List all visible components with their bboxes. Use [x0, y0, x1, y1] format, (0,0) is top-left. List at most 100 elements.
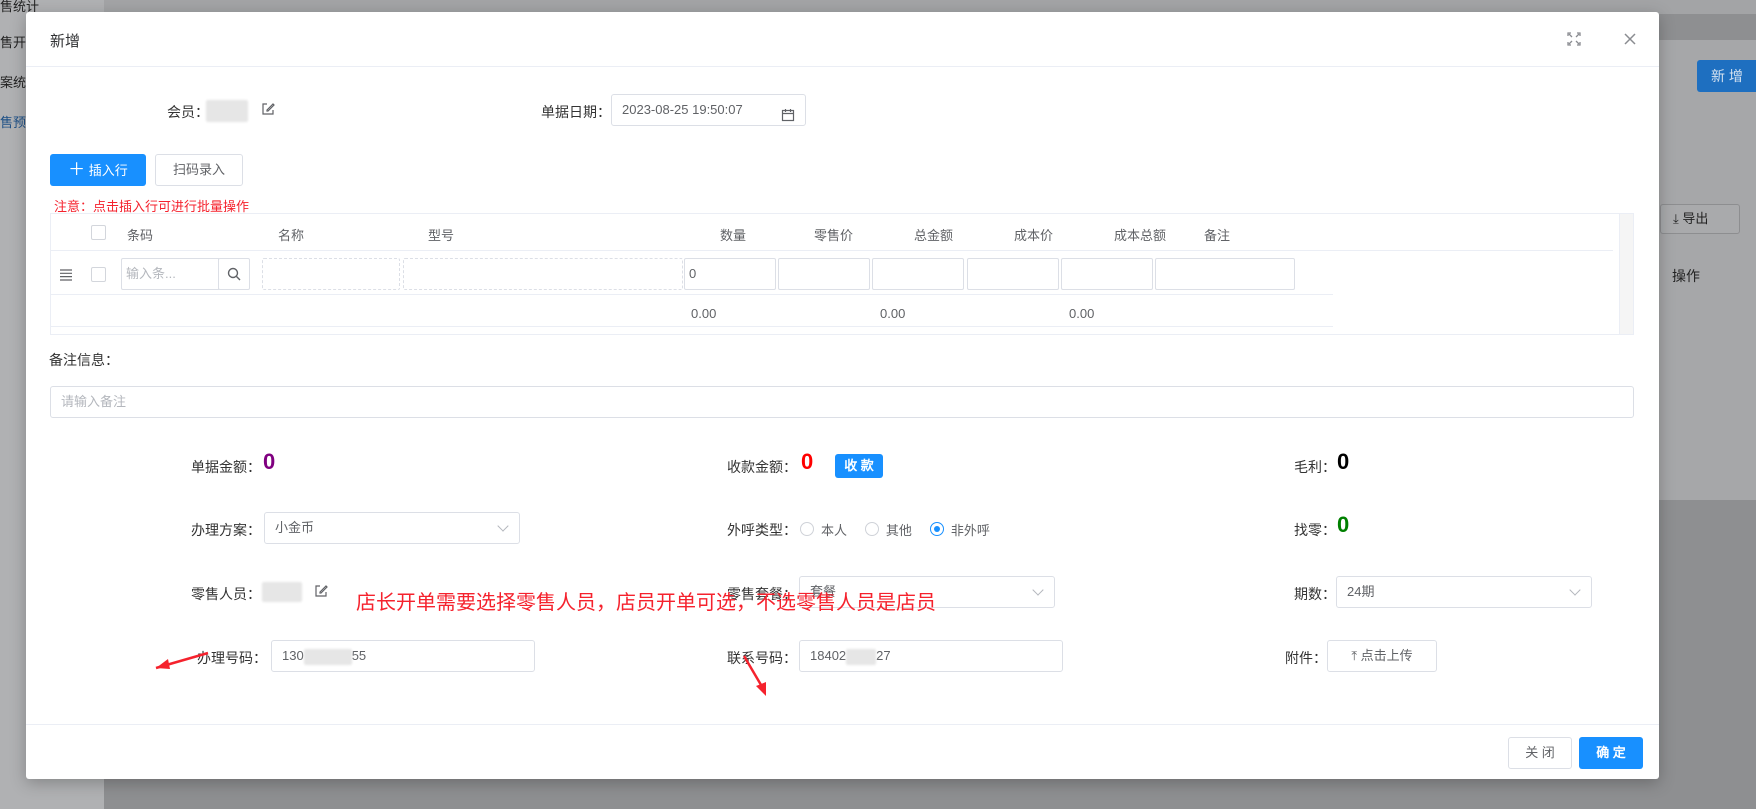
contact-phone-input[interactable]: 18402 27	[799, 640, 1063, 672]
profit-value: 0	[1337, 449, 1350, 474]
total-input[interactable]	[872, 258, 964, 290]
qty-value: 0	[689, 266, 697, 281]
export-label: 导出	[1682, 211, 1709, 226]
period-select[interactable]: 24期	[1336, 576, 1592, 608]
model-cell[interactable]	[403, 258, 683, 290]
scan-entry-button[interactable]: 扫码录入	[155, 154, 243, 186]
plan-select[interactable]: 小金币	[264, 512, 520, 544]
dialog-title: 新增	[50, 33, 81, 50]
annotation-arrow-down	[742, 655, 766, 696]
upload-label: 点击上传	[1360, 648, 1413, 663]
search-icon	[227, 267, 241, 281]
name-cell[interactable]	[262, 258, 400, 290]
radio-no-call-indicator	[929, 521, 944, 536]
upload-icon: ⤒	[1351, 648, 1361, 663]
background-export-button[interactable]: ⤓ 导出	[1660, 204, 1740, 234]
sum-divider	[51, 294, 1333, 295]
handle-phone-suffix: 55	[351, 648, 367, 663]
receive-amount-value: 0	[801, 449, 814, 474]
background-new-button[interactable]: 新 增	[1697, 60, 1756, 92]
calendar-icon	[781, 103, 795, 125]
insert-row-label: 插入行	[88, 163, 128, 178]
col-remark: 备注	[1204, 228, 1231, 243]
qty-input[interactable]: 0	[684, 258, 776, 290]
plan-label: 办理方案：	[191, 522, 261, 538]
col-cost-price: 成本价	[1014, 228, 1054, 243]
handle-phone-prefix: 130	[282, 648, 304, 663]
barcode-search-button[interactable]	[218, 258, 250, 290]
download-icon: ⤓	[1673, 211, 1683, 226]
cost-total-sum: 0.00	[1069, 306, 1095, 321]
member-name	[206, 100, 248, 122]
contact-phone-prefix: 18402	[810, 648, 847, 663]
chevron-down-icon	[1032, 584, 1044, 596]
remark-cell-input[interactable]	[1155, 258, 1295, 290]
seller-edit-icon[interactable]	[313, 583, 329, 602]
col-total: 总金额	[914, 228, 954, 243]
select-all-checkbox[interactable]	[91, 225, 106, 240]
receive-amount-label: 收款金额：	[727, 459, 797, 475]
qty-sum: 0.00	[691, 306, 717, 321]
remark-placeholder: 请输入备注	[61, 394, 127, 409]
radio-no-call-label: 非外呼	[950, 523, 990, 538]
radio-other-label: 其他	[885, 523, 912, 538]
doc-amount-value: 0	[263, 449, 276, 474]
annotation-text: 店长开单需要选择零售人员，店员开单可选，不选零售人员是店员	[356, 592, 936, 614]
close-icon[interactable]	[1618, 27, 1642, 51]
annotation-arrow-left	[155, 651, 209, 670]
close-button[interactable]: 关 闭	[1508, 737, 1572, 769]
period-label: 期数：	[1294, 586, 1336, 602]
fullscreen-icon[interactable]	[1562, 27, 1586, 51]
contact-phone-suffix: 27	[876, 648, 891, 663]
insert-row-button[interactable]: ＋ 插入行	[50, 154, 146, 186]
contact-phone-masked	[846, 648, 877, 665]
call-type-label: 外呼类型：	[727, 522, 797, 538]
drag-handle-icon[interactable]	[59, 268, 73, 284]
handle-phone-masked	[303, 648, 352, 665]
edit-icon[interactable]	[260, 101, 276, 120]
dialog-footer: 关 闭 确 定	[26, 724, 1659, 779]
radio-other[interactable]: 其他	[864, 520, 926, 538]
col-retail-price: 零售价	[814, 228, 854, 243]
total-sum: 0.00	[880, 306, 906, 321]
plus-icon: ＋	[68, 160, 86, 179]
seller-name	[262, 582, 302, 602]
member-label: 会员：	[167, 104, 209, 120]
radio-self[interactable]: 本人	[800, 520, 861, 538]
upload-button[interactable]: ⤒ 点击上传	[1327, 640, 1437, 672]
chevron-down-icon	[497, 520, 509, 532]
change-value: 0	[1337, 512, 1350, 537]
cost-total-input[interactable]	[1061, 258, 1153, 290]
date-label: 单据日期：	[541, 104, 611, 120]
doc-amount-label: 单据金额：	[191, 459, 261, 475]
remark-label: 备注信息：	[49, 352, 119, 368]
dialog-header: 新增	[26, 12, 1659, 67]
confirm-button[interactable]: 确 定	[1579, 737, 1643, 769]
date-picker[interactable]: 2023-08-25 19:50:07	[611, 94, 806, 126]
col-name: 名称	[278, 228, 305, 243]
col-qty: 数量	[720, 228, 747, 243]
collect-button[interactable]: 收 款	[835, 454, 883, 478]
radio-self-indicator	[800, 521, 814, 536]
radio-no-call[interactable]: 非外呼	[929, 520, 1004, 538]
row-checkbox[interactable]	[91, 267, 106, 282]
col-model: 型号	[428, 228, 455, 243]
background-operation-header: 操作	[1672, 268, 1700, 284]
period-value: 24期	[1347, 584, 1375, 599]
chevron-down-icon	[1569, 584, 1581, 596]
remark-textarea[interactable]: 请输入备注	[50, 386, 1634, 418]
table-header: 条码 名称 型号 数量 零售价 总金额 成本价 成本总额 备注	[51, 214, 1613, 251]
items-table: 条码 名称 型号 数量 零售价 总金额 成本价 成本总额 备注 输入条... 0	[50, 213, 1634, 335]
call-type-radio-group: 本人 其他 非外呼	[800, 520, 1004, 539]
cost-price-input[interactable]	[967, 258, 1059, 290]
sum-bottom-divider	[51, 326, 1333, 327]
date-value: 2023-08-25 19:50:07	[622, 102, 743, 117]
table-scrollbar[interactable]	[1619, 214, 1633, 334]
barcode-input[interactable]: 输入条...	[121, 258, 219, 290]
attachment-label: 附件：	[1285, 650, 1327, 666]
retail-price-input[interactable]	[778, 258, 870, 290]
handle-phone-input[interactable]: 130 55	[271, 640, 535, 672]
seller-label: 零售人员：	[191, 586, 261, 602]
add-dialog: 新增 会员： 单据日期： 2023-08-25 19:50:07 ＋ 插入行 扫…	[26, 12, 1659, 779]
profit-label: 毛利：	[1294, 459, 1336, 475]
